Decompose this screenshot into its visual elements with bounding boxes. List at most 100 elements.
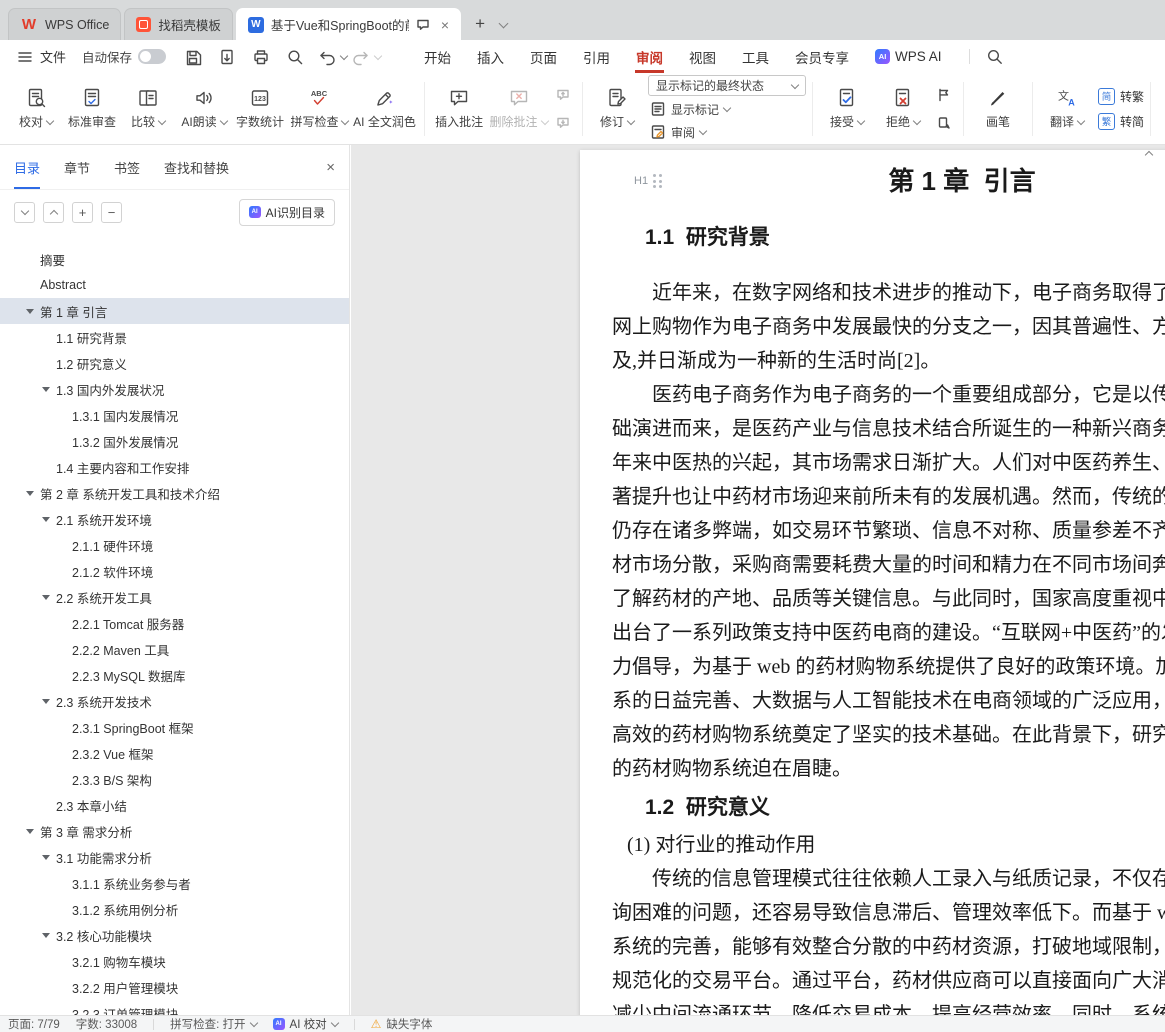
outline-item[interactable]: Abstract	[0, 272, 349, 298]
outline-item[interactable]: 3.2 核心功能模块	[0, 922, 349, 948]
autosave-toggle[interactable]	[138, 49, 167, 64]
spellcheck-status[interactable]: 拼写检查: 打开	[170, 1016, 258, 1032]
markup-state-select[interactable]: 显示标记的最终状态	[647, 75, 806, 96]
menu-tab-tools[interactable]: 工具	[729, 40, 782, 73]
next-change-button[interactable]	[934, 113, 954, 133]
decrease-level-button[interactable]: −	[101, 201, 122, 223]
body-line[interactable]: 力倡导，为基于 web 的药材购物系统提供了良好的政策环境。加之	[612, 650, 1165, 684]
outline-item[interactable]: 3.2.3 订单管理模块	[0, 1000, 349, 1016]
body-line[interactable]: 询困难的问题，还容易导致信息滞后、管理效率低下。而基于 web	[612, 896, 1165, 930]
outline-item[interactable]: 1.3.1 国内发展情况	[0, 402, 349, 428]
insert-comment-button[interactable]: 插入批注	[431, 78, 487, 140]
outline-item[interactable]: 2.3.3 B/S 架构	[0, 766, 349, 792]
collapse-arrow-icon[interactable]	[42, 517, 56, 522]
close-sidebar-icon[interactable]: ×	[326, 159, 335, 176]
ai-polish-button[interactable]: AI 全文润色	[351, 78, 418, 140]
collapse-arrow-icon[interactable]	[42, 933, 56, 938]
redo-button[interactable]	[350, 46, 372, 68]
proofread-button[interactable]: 校对	[8, 78, 64, 140]
export-pdf-button[interactable]	[216, 46, 238, 68]
print-preview-button[interactable]	[284, 46, 306, 68]
outline-item[interactable]: 3.1.1 系统业务参与者	[0, 870, 349, 896]
collapse-arrow-icon[interactable]	[26, 491, 40, 496]
compare-button[interactable]: 比较	[120, 78, 176, 140]
sidebar-tab-bookmark[interactable]: 书签	[114, 145, 140, 189]
spell-check-button[interactable]: ABC 拼写检查	[288, 78, 351, 140]
outline-item[interactable]: 1.3 国内外发展状况	[0, 376, 349, 402]
outline-item[interactable]: 2.2.1 Tomcat 服务器	[0, 610, 349, 636]
outline-item[interactable]: 1.4 主要内容和工作安排	[0, 454, 349, 480]
track-changes-button[interactable]: 修订	[589, 78, 645, 140]
outline-item[interactable]: 第 3 章 需求分析	[0, 818, 349, 844]
outline-item[interactable]: 3.2.1 购物车模块	[0, 948, 349, 974]
traditional-to-simplified-button[interactable]: 繁 转简	[1097, 110, 1144, 132]
collapse-all-button[interactable]	[43, 201, 64, 223]
menu-tab-start[interactable]: 开始	[411, 40, 464, 73]
menu-tab-wps-ai[interactable]: WPS AI	[862, 40, 955, 73]
body-line[interactable]: 规范化的交易平台。通过平台，药材供应商可以直接面向广大消费者	[612, 964, 1165, 998]
undo-chevron-icon[interactable]	[339, 51, 349, 60]
docer-template-tab[interactable]: 找稻壳模板	[124, 8, 233, 40]
document-canvas[interactable]: H1 第 1 章 引言 1.1 研究背景 近年来，在数字网络和技术进步的推动下，…	[351, 145, 1165, 1015]
body-line[interactable]: 的药材购物系统迫在眉睫。	[612, 752, 1165, 786]
menu-tab-reference[interactable]: 引用	[570, 40, 623, 73]
file-menu-button[interactable]: 文件	[10, 47, 72, 66]
body-line[interactable]: 材市场分散，采购商需要耗费大量的时间和精力在不同市场间奔波，	[612, 548, 1165, 582]
redo-chevron-icon[interactable]	[373, 51, 383, 60]
body-line[interactable]: 高效的药材购物系统奠定了坚实的技术基础。在此背景下，研究并	[612, 718, 1165, 752]
outline-item[interactable]: 2.1 系统开发环境	[0, 506, 349, 532]
outline-item[interactable]: 2.3 系统开发技术	[0, 688, 349, 714]
previous-change-button[interactable]	[934, 85, 954, 105]
menu-tab-member[interactable]: 会员专享	[782, 40, 862, 73]
body-line[interactable]: 年来中医热的兴起，其市场需求日渐扩大。人们对中医药养生、治疗	[612, 446, 1165, 480]
collapse-arrow-icon[interactable]	[42, 699, 56, 704]
new-tab-button[interactable]: +	[468, 12, 492, 36]
section-heading[interactable]: 1.1 研究背景	[612, 224, 1165, 252]
increase-level-button[interactable]: +	[72, 201, 93, 223]
body-line[interactable]: 了解药材的产地、品质等关键信息。与此同时，国家高度重视中医药	[612, 582, 1165, 616]
wps-office-home-tab[interactable]: WPS Office	[8, 8, 122, 40]
collapse-arrow-icon[interactable]	[42, 595, 56, 600]
menu-tab-page[interactable]: 页面	[517, 40, 570, 73]
missing-font-warning[interactable]: ⚠ 缺失字体	[371, 1016, 433, 1032]
outline-item[interactable]: 2.3 本章小结	[0, 792, 349, 818]
menu-tab-insert[interactable]: 插入	[464, 40, 517, 73]
review-mode-button[interactable]: 审阅	[648, 122, 806, 142]
document-page[interactable]: H1 第 1 章 引言 1.1 研究背景 近年来，在数字网络和技术进步的推动下，…	[580, 150, 1165, 1015]
list-item-line[interactable]: (1) 对行业的推动作用	[612, 828, 1165, 862]
save-button[interactable]	[182, 46, 204, 68]
outline-item[interactable]: 2.3.1 SpringBoot 框架	[0, 714, 349, 740]
expand-all-button[interactable]	[14, 201, 35, 223]
show-markup-button[interactable]: 显示标记	[648, 99, 806, 119]
section-heading[interactable]: 1.2 研究意义	[612, 794, 1165, 822]
previous-comment-button[interactable]	[553, 85, 573, 105]
body-line[interactable]: 系统的完善，能够有效整合分散的中药材资源，打破地域限制，构建	[612, 930, 1165, 964]
print-button[interactable]	[250, 46, 272, 68]
search-button[interactable]	[984, 46, 1006, 68]
document-tab[interactable]: 基于Vue和SpringBoot的前 ×	[235, 8, 462, 40]
body-line[interactable]: 系的日益完善、大数据与人工智能技术在电商领域的广泛应用，都	[612, 684, 1165, 718]
body-line[interactable]: 及,并日渐成为一种新的生活时尚[2]。	[612, 344, 1165, 378]
next-comment-button[interactable]	[553, 113, 573, 133]
chapter-title[interactable]: 第 1 章 引言	[612, 164, 1165, 198]
collapse-arrow-icon[interactable]	[26, 829, 40, 834]
drag-handle-icon[interactable]	[653, 174, 662, 188]
heading-level-badge[interactable]: H1	[634, 174, 662, 188]
outline-item[interactable]: 第 2 章 系统开发工具和技术介绍	[0, 480, 349, 506]
body-line[interactable]: 仍存在诸多弊端，如交易环节繁琐、信息不对称、质量参差不齐等问	[612, 514, 1165, 548]
outline-item[interactable]: 2.3.2 Vue 框架	[0, 740, 349, 766]
sidebar-tab-chapter[interactable]: 章节	[64, 145, 90, 189]
body-line[interactable]: 出台了一系列政策支持中医药电商的建设。“互联网+中医药”的发	[612, 616, 1165, 650]
menu-tab-review[interactable]: 审阅	[623, 40, 676, 73]
body-line[interactable]: 减少中间流通环节，降低交易成本，提高经营效率。同时，系统可以	[612, 998, 1165, 1015]
body-line[interactable]: 础演进而来，是医药产业与信息技术结合所诞生的一种新兴商务形	[612, 412, 1165, 446]
body-line[interactable]: 医药电子商务作为电子商务的一个重要组成部分，它是以传统医	[612, 378, 1165, 412]
close-tab-icon[interactable]: ×	[441, 18, 449, 32]
undo-button[interactable]	[316, 46, 338, 68]
tab-list-chevron-icon[interactable]	[494, 12, 512, 36]
outline-item[interactable]: 2.1.2 软件环境	[0, 558, 349, 584]
body-line[interactable]: 网上购物作为电子商务中发展最快的分支之一，因其普遍性、方便性	[612, 310, 1165, 344]
outline-item[interactable]: 摘要	[0, 246, 349, 272]
outline-item[interactable]: 2.2.3 MySQL 数据库	[0, 662, 349, 688]
body-line[interactable]: 传统的信息管理模式往往依赖人工录入与纸质记录，不仅存在数	[612, 862, 1165, 896]
